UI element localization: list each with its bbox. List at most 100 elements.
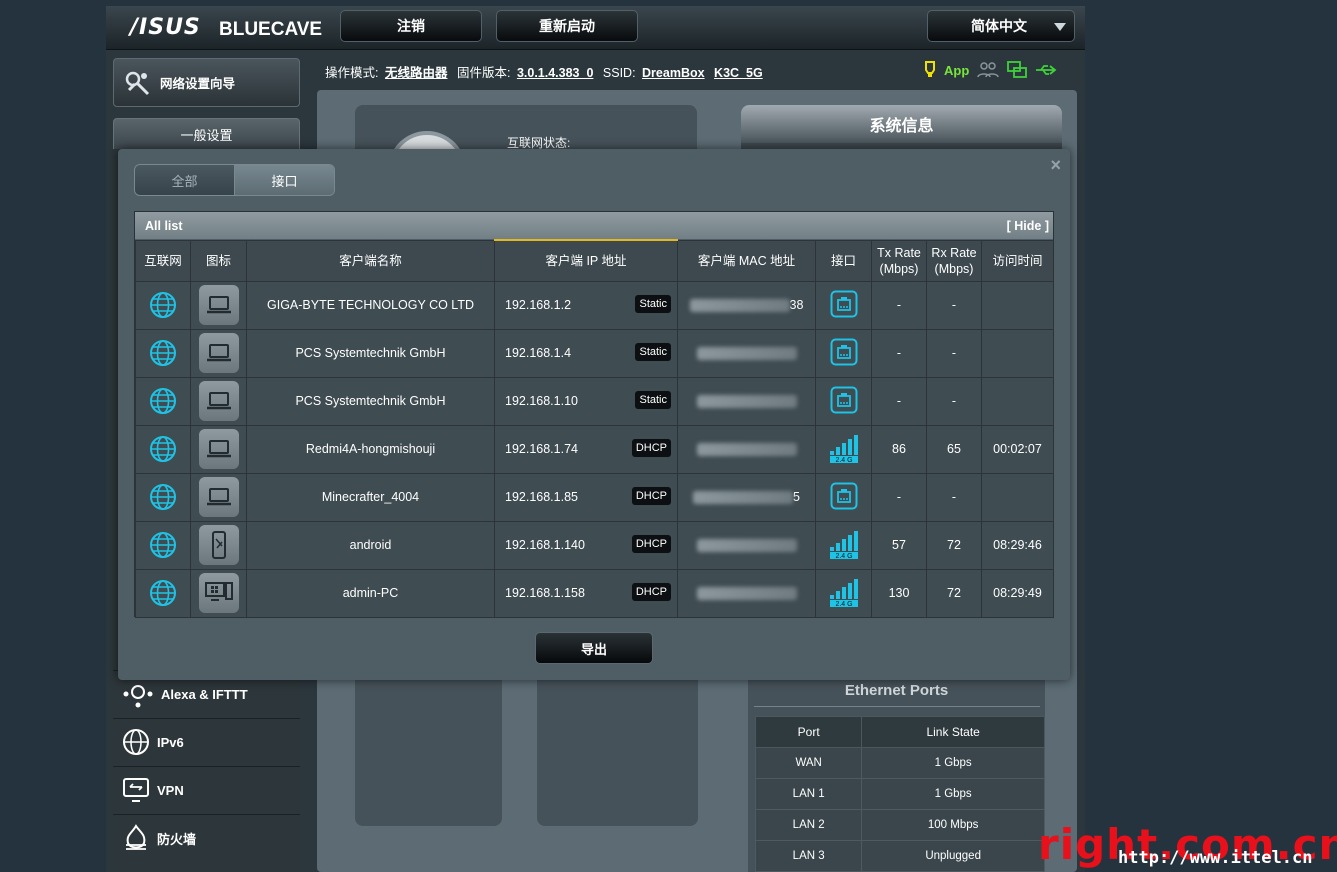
network-map-icon[interactable] — [1007, 61, 1028, 79]
client-name[interactable]: Redmi4A-hongmishouji — [246, 424, 495, 474]
app-link[interactable]: App — [944, 63, 969, 78]
general-settings-header[interactable]: 一般设置 — [113, 118, 300, 150]
device-icon-cell[interactable] — [190, 568, 247, 618]
wired-port-icon — [830, 338, 858, 366]
laptop-icon[interactable] — [198, 333, 239, 373]
client-name[interactable]: android — [246, 520, 495, 570]
sidebar-item-ipv6[interactable]: IPv6 — [113, 718, 300, 765]
ssid-link-2[interactable]: K3C_5G — [714, 66, 763, 80]
internet-globe-icon[interactable] — [149, 579, 177, 607]
table-row[interactable]: Redmi4A-hongmishouji 192.168.1.74 DHCP 2.4 … — [135, 424, 1054, 474]
bulb-icon[interactable] — [924, 61, 936, 79]
wizard-tools-icon — [125, 71, 150, 95]
network-wizard-button[interactable]: 网络设置向导 — [113, 58, 300, 107]
close-icon[interactable]: × — [1050, 155, 1061, 176]
sidebar-item-firewall[interactable]: 防火墙 — [113, 814, 300, 861]
client-name[interactable]: admin-PC — [246, 568, 495, 618]
col-client-ip[interactable]: 客户端 IP 地址 — [494, 239, 678, 282]
ip-type-badge: DHCP — [631, 534, 671, 553]
laptop-icon[interactable] — [198, 429, 239, 469]
internet-cell[interactable] — [135, 376, 191, 426]
logout-button[interactable]: 注销 — [340, 10, 482, 42]
col-client-name[interactable]: 客户端名称 — [246, 239, 495, 282]
windows-pc-icon[interactable] — [198, 573, 239, 613]
col-client-mac[interactable]: 客户端 MAC 地址 — [677, 239, 816, 282]
laptop-icon[interactable] — [198, 477, 239, 517]
device-icon-cell[interactable] — [190, 520, 247, 570]
usb-icon[interactable] — [1035, 63, 1057, 77]
client-ip-cell: 192.168.1.10 Static — [494, 376, 678, 426]
internet-globe-icon[interactable] — [149, 291, 177, 319]
alexa-icon — [123, 685, 153, 708]
internet-globe-icon[interactable] — [149, 435, 177, 463]
client-name[interactable]: PCS Systemtechnik GmbH — [246, 328, 495, 378]
table-row[interactable]: Minecrafter_4004 192.168.1.85 DHCP 5 - - — [135, 472, 1054, 522]
laptop-icon[interactable] — [198, 285, 239, 325]
internet-cell[interactable] — [135, 520, 191, 570]
mac-visible-suffix: 38 — [789, 297, 804, 312]
ip-type-badge: DHCP — [631, 486, 671, 505]
clients-icon[interactable] — [977, 61, 1000, 79]
client-mac-cell — [677, 328, 816, 378]
client-name[interactable]: PCS Systemtechnik GmbH — [246, 376, 495, 426]
internet-globe-icon[interactable] — [149, 339, 177, 367]
mac-redacted — [689, 299, 790, 313]
port-name: WAN — [754, 747, 863, 779]
mac-redacted — [696, 395, 797, 409]
client-ip-cell: 192.168.1.85 DHCP — [494, 472, 678, 522]
mode-value-link[interactable]: 无线路由器 — [385, 66, 448, 80]
col-icon[interactable]: 图标 — [190, 239, 247, 282]
device-icon-cell[interactable] — [190, 472, 247, 522]
table-row[interactable]: PCS Systemtechnik GmbH 192.168.1.4 Static -… — [135, 328, 1054, 378]
device-icon-cell[interactable] — [190, 328, 247, 378]
access-time — [981, 472, 1054, 522]
col-interface[interactable]: 接口 — [815, 239, 872, 282]
client-mac-cell — [677, 568, 816, 618]
device-icon-cell[interactable] — [190, 376, 247, 426]
language-select[interactable]: 简体中文 — [927, 10, 1075, 42]
client-ip: 192.168.1.85 — [505, 490, 578, 504]
status-icons: App — [924, 61, 1057, 79]
access-time — [981, 328, 1054, 378]
tab-interface[interactable]: 接口 — [234, 165, 334, 195]
reboot-button[interactable]: 重新启动 — [496, 10, 638, 42]
asus-logo[interactable]: /ISUS — [130, 15, 201, 40]
hide-link[interactable]: [ Hide ] — [1007, 219, 1049, 233]
internet-cell[interactable] — [135, 424, 191, 474]
link-state: 100 Mbps — [861, 809, 1045, 841]
client-name[interactable]: Minecrafter_4004 — [246, 472, 495, 522]
internet-globe-icon[interactable] — [149, 387, 177, 415]
ssid-link-1[interactable]: DreamBox — [642, 66, 705, 80]
tab-all[interactable]: 全部 — [135, 165, 234, 195]
firmware-value-link[interactable]: 3.0.1.4.383_0 — [517, 66, 593, 80]
internet-cell[interactable] — [135, 280, 191, 330]
laptop-icon[interactable] — [198, 381, 239, 421]
table-row[interactable]: admin-PC 192.168.1.158 DHCP 2.4 G 130 72 08:29… — [135, 568, 1054, 618]
client-name[interactable]: GIGA-BYTE TECHNOLOGY CO LTD — [246, 280, 495, 330]
phone-icon[interactable] — [198, 525, 239, 565]
client-ip-cell: 192.168.1.74 DHCP — [494, 424, 678, 474]
sidebar-item-label: VPN — [157, 782, 184, 798]
tx-rate: - — [871, 328, 927, 378]
internet-globe-icon[interactable] — [149, 483, 177, 511]
device-icon-cell[interactable] — [190, 280, 247, 330]
rx-rate: - — [926, 376, 982, 426]
interface-cell: 2.4 G — [815, 520, 872, 570]
col-rx-rate[interactable]: Rx Rate (Mbps) — [926, 239, 982, 282]
mac-redacted — [696, 539, 797, 553]
sidebar-item-vpn[interactable]: VPN — [113, 766, 300, 813]
table-row[interactable]: GIGA-BYTE TECHNOLOGY CO LTD 192.168.1.2 St… — [135, 280, 1054, 330]
table-row[interactable]: PCS Systemtechnik GmbH 192.168.1.10 Static… — [135, 376, 1054, 426]
internet-cell[interactable] — [135, 472, 191, 522]
internet-cell[interactable] — [135, 568, 191, 618]
client-ip: 192.168.1.10 — [505, 394, 578, 408]
export-button[interactable]: 导出 — [535, 632, 653, 664]
mac-redacted — [696, 443, 797, 457]
table-row[interactable]: android 192.168.1.140 DHCP 2.4 G 57 72 08:29:4… — [135, 520, 1054, 570]
col-internet[interactable]: 互联网 — [135, 239, 191, 282]
col-access-time[interactable]: 访问时间 — [981, 239, 1054, 282]
internet-cell[interactable] — [135, 328, 191, 378]
internet-globe-icon[interactable] — [149, 531, 177, 559]
col-tx-rate[interactable]: Tx Rate (Mbps) — [871, 239, 927, 282]
device-icon-cell[interactable] — [190, 424, 247, 474]
